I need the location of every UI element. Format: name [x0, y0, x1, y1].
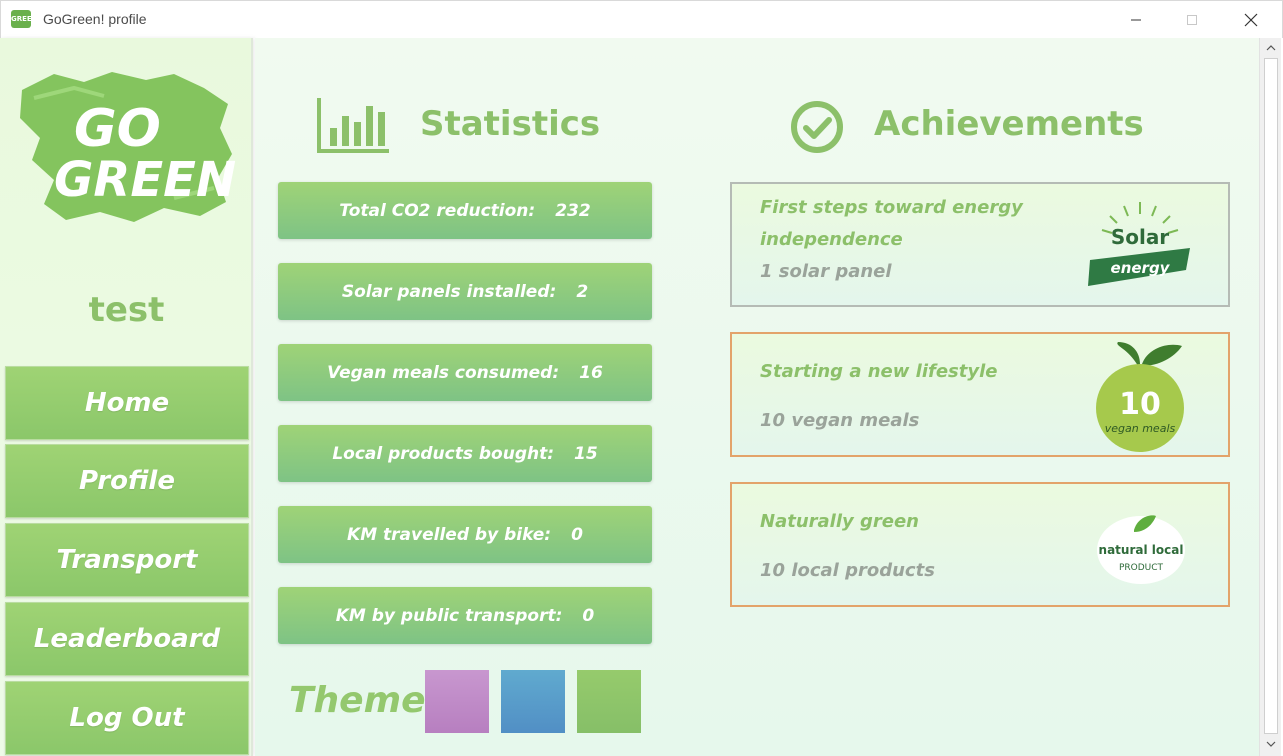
- bar-chart-icon: [317, 98, 389, 153]
- logo-text-go: GO: [74, 99, 161, 159]
- nav-profile-label: Profile: [79, 466, 175, 496]
- close-icon: [1244, 13, 1258, 27]
- nav-leaderboard-button[interactable]: Leaderboard: [5, 602, 249, 676]
- nav-profile-button[interactable]: Profile: [5, 444, 249, 518]
- nav-home-button[interactable]: Home: [5, 366, 249, 440]
- stat-label: Solar panels installed:: [341, 281, 557, 302]
- badge-text-line2: vegan meals: [1105, 422, 1176, 435]
- stat-value: 2: [576, 281, 589, 302]
- stat-vegan-meals[interactable]: Vegan meals consumed: 16: [278, 344, 652, 401]
- stat-solar-panels[interactable]: Solar panels installed: 2: [278, 263, 652, 320]
- app-icon: GREEN: [11, 10, 38, 28]
- minimize-button[interactable]: [1113, 5, 1159, 35]
- nav-transport-label: Transport: [56, 545, 198, 575]
- statistics-title: Statistics: [420, 104, 601, 144]
- window-titlebar: GREEN GoGreen! profile: [0, 0, 1283, 38]
- check-circle-icon: [791, 101, 843, 153]
- vegan-meals-badge-icon: 10 vegan meals: [1096, 342, 1184, 452]
- badge-text: 10: [1119, 387, 1161, 422]
- stat-value: 232: [555, 200, 591, 221]
- minimize-icon: [1131, 19, 1141, 21]
- stat-label: KM by public transport:: [335, 605, 563, 626]
- scroll-up-icon[interactable]: [1265, 42, 1277, 54]
- achievement-card-solar: First steps toward energy independence 1…: [730, 182, 1230, 307]
- solar-energy-badge-icon: Solar energy: [1088, 202, 1190, 286]
- close-button[interactable]: [1228, 5, 1274, 35]
- stat-km-bike[interactable]: KM travelled by bike: 0: [278, 506, 652, 563]
- stat-value: 0: [571, 524, 583, 545]
- badge-text-line2: energy: [1111, 259, 1171, 277]
- window-title: GoGreen! profile: [43, 11, 147, 27]
- stat-label: Total CO2 reduction:: [339, 200, 536, 221]
- achievement-card-vegan: Starting a new lifestyle 10 vegan meals …: [730, 332, 1230, 457]
- stat-label: KM travelled by bike:: [347, 524, 552, 545]
- maximize-button[interactable]: [1169, 5, 1215, 35]
- nav-home-label: Home: [84, 388, 170, 418]
- nav-transport-button[interactable]: Transport: [5, 523, 249, 597]
- gogreen-logo: GO GREEN: [14, 68, 236, 228]
- badge-text: natural local: [1099, 543, 1184, 557]
- nav-logout-label: Log Out: [69, 703, 185, 733]
- sidebar: GO GREEN test Home Profile Transport Lea…: [0, 38, 253, 756]
- theme-swatch-blue[interactable]: [501, 670, 565, 733]
- achievement-title-line2: independence: [760, 229, 903, 250]
- theme-swatch-green[interactable]: [577, 670, 641, 733]
- stat-km-public-transport[interactable]: KM by public transport: 0: [278, 587, 652, 644]
- natural-local-product-badge-icon: natural local PRODUCT: [1097, 515, 1185, 584]
- badge-text: Solar: [1111, 225, 1169, 249]
- stat-value: 16: [579, 362, 603, 383]
- scroll-thumb[interactable]: [1264, 58, 1278, 734]
- stat-value: 0: [582, 605, 595, 626]
- nav-leaderboard-label: Leaderboard: [33, 624, 221, 654]
- achievement-subtitle: 10 local products: [760, 560, 935, 581]
- theme-label: Theme: [289, 680, 426, 721]
- vertical-scrollbar[interactable]: [1259, 38, 1281, 756]
- achievements-title: Achievements: [874, 104, 1144, 144]
- achievement-card-local: Naturally green 10 local products natura…: [730, 482, 1230, 607]
- achievement-subtitle: 10 vegan meals: [760, 410, 920, 431]
- achievement-title: Starting a new lifestyle: [760, 361, 998, 382]
- achievement-title: First steps toward energy: [760, 197, 1023, 218]
- achievement-subtitle: 1 solar panel: [760, 261, 892, 282]
- stat-local-products[interactable]: Local products bought: 15: [278, 425, 652, 482]
- theme-swatch-purple[interactable]: [425, 670, 489, 733]
- stat-co2-reduction[interactable]: Total CO2 reduction: 232: [278, 182, 652, 239]
- badge-text-line2: PRODUCT: [1119, 563, 1164, 573]
- scroll-down-icon[interactable]: [1265, 738, 1277, 750]
- stat-value: 15: [574, 443, 598, 464]
- logo-text-green: GREEN: [54, 152, 236, 208]
- stat-label: Vegan meals consumed:: [327, 362, 560, 383]
- nav-logout-button[interactable]: Log Out: [5, 681, 249, 755]
- username: test: [88, 290, 165, 330]
- achievement-title: Naturally green: [760, 511, 919, 532]
- stat-label: Local products bought:: [332, 443, 555, 464]
- maximize-icon: [1187, 15, 1197, 25]
